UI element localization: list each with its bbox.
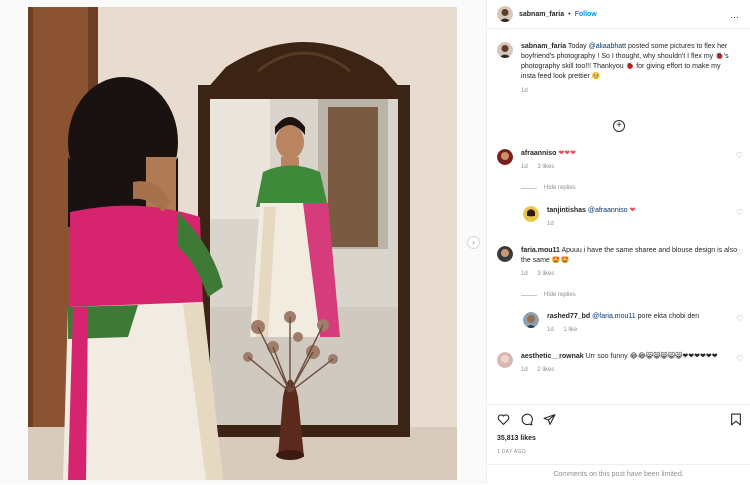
reply-time[interactable]: 1d xyxy=(547,221,554,227)
reply-text: rashed77_bd @faria.mou11 pore ekta chobi… xyxy=(547,312,737,322)
hide-replies-button[interactable]: Hide replies xyxy=(521,292,576,298)
comment-time[interactable]: 1d xyxy=(521,164,528,170)
chevron-right-icon: › xyxy=(472,238,475,247)
reply-text: tanjintishas @afraanniso ❤ xyxy=(547,206,737,216)
comment: afraanniso ❤❤❤ 1d 3 likes ♡ xyxy=(497,149,743,170)
comment-likes[interactable]: 2 likes xyxy=(537,367,554,373)
avatar[interactable] xyxy=(497,42,513,58)
divider-line xyxy=(521,187,537,189)
caption-username[interactable]: sabnam_faria xyxy=(521,43,566,50)
hide-replies-label: Hide replies xyxy=(544,185,576,191)
avatar[interactable] xyxy=(523,312,539,328)
comment-time[interactable]: 1d xyxy=(521,367,528,373)
avatar[interactable] xyxy=(497,149,513,165)
comment-likes[interactable]: 3 likes xyxy=(537,164,554,170)
comment-meta: 1d 3 likes xyxy=(521,164,737,170)
post-actions: 35,813 likes 1 DAY AGO Comments on this … xyxy=(487,404,750,484)
comment-text: afraanniso ❤❤❤ xyxy=(521,149,737,159)
like-heart-icon[interactable]: ♡ xyxy=(736,208,743,217)
comment-text: faria.mou11 Apuuu i have the same sharee… xyxy=(521,246,737,266)
share-icon[interactable] xyxy=(543,413,556,426)
bookmark-icon[interactable] xyxy=(730,413,742,426)
caption-mention[interactable]: @aliaabhatt xyxy=(589,43,626,50)
like-heart-icon[interactable]: ♡ xyxy=(736,354,743,363)
photo-illustration xyxy=(28,7,457,480)
follow-button[interactable]: Follow xyxy=(575,11,597,18)
reply-time[interactable]: 1d xyxy=(547,327,554,333)
instagram-post: › sabnam_faria • Follow … sabnam_faria T… xyxy=(0,0,750,484)
comment-time[interactable]: 1d xyxy=(521,271,528,277)
caption-meta: 1d xyxy=(521,88,737,94)
like-heart-icon[interactable]: ♡ xyxy=(736,248,743,257)
comment-username[interactable]: afraanniso xyxy=(521,150,556,157)
post-time[interactable]: 1 DAY AGO xyxy=(497,449,526,455)
post-photo[interactable] xyxy=(28,7,457,480)
action-buttons xyxy=(497,413,556,426)
avatar[interactable] xyxy=(497,246,513,262)
reply-content: ❤ xyxy=(629,207,636,214)
heart-icon[interactable] xyxy=(497,413,510,426)
avatar[interactable] xyxy=(497,6,513,22)
hide-replies-button[interactable]: Hide replies xyxy=(521,185,576,191)
post-sidebar: sabnam_faria • Follow … sabnam_faria Tod… xyxy=(487,0,750,484)
post-media-area: › xyxy=(0,0,487,484)
comments-limited-notice: Comments on this post have been limited. xyxy=(487,464,750,485)
likes-count[interactable]: 35,813 likes xyxy=(497,435,536,442)
comment-content: Urr soo funny 😂😂😸😸😸😸😸❤❤❤❤❤❤ xyxy=(585,353,718,360)
reply: tanjintishas @afraanniso ❤ 1d ♡ xyxy=(523,206,743,227)
reply-username[interactable]: rashed77_bd xyxy=(547,313,590,320)
reply-mention[interactable]: @afraanniso xyxy=(588,207,628,214)
reply-mention[interactable]: @faria.mou11 xyxy=(592,313,636,320)
comment-icon[interactable] xyxy=(520,413,533,426)
caption-text: sabnam_faria Today @aliaabhatt posted so… xyxy=(521,42,737,82)
post-header: sabnam_faria • Follow … xyxy=(487,0,750,29)
caption-time[interactable]: 1d xyxy=(521,88,528,94)
more-options-icon[interactable]: … xyxy=(730,10,740,20)
comment-meta: 1d 2 likes xyxy=(521,367,737,373)
reply-meta: 1d xyxy=(547,221,737,227)
caption-text-before: Today xyxy=(567,43,587,50)
comment-content: ❤❤❤ xyxy=(558,150,576,157)
comment-username[interactable]: faria.mou11 xyxy=(521,247,560,254)
load-more-comments-button[interactable]: + xyxy=(613,120,625,132)
hide-replies-label: Hide replies xyxy=(544,292,576,298)
comments-scroll-area[interactable]: sabnam_faria Today @aliaabhatt posted so… xyxy=(487,30,750,404)
divider-line xyxy=(521,294,537,296)
reply-username[interactable]: tanjintishas xyxy=(547,207,586,214)
like-heart-icon[interactable]: ♡ xyxy=(736,151,743,160)
header-username[interactable]: sabnam_faria xyxy=(519,11,564,18)
comment-meta: 1d 3 likes xyxy=(521,271,737,277)
comment-likes[interactable]: 3 likes xyxy=(537,271,554,277)
like-heart-icon[interactable]: ♡ xyxy=(736,314,743,323)
reply-meta: 1d 1 like xyxy=(547,327,737,333)
reply-content: pore ekta chobi den xyxy=(637,313,700,320)
reply: rashed77_bd @faria.mou11 pore ekta chobi… xyxy=(523,312,743,333)
reply-likes[interactable]: 1 like xyxy=(563,327,577,333)
comment: faria.mou11 Apuuu i have the same sharee… xyxy=(497,246,743,277)
next-photo-button[interactable]: › xyxy=(467,236,480,249)
avatar[interactable] xyxy=(497,352,513,368)
comment: aesthetic__rownak Urr soo funny 😂😂😸😸😸😸😸❤… xyxy=(497,352,743,373)
comment-text: aesthetic__rownak Urr soo funny 😂😂😸😸😸😸😸❤… xyxy=(521,352,737,362)
caption: sabnam_faria Today @aliaabhatt posted so… xyxy=(497,42,737,94)
plus-circle-icon: + xyxy=(616,120,622,131)
avatar[interactable] xyxy=(523,206,539,222)
header-separator: • xyxy=(568,10,571,18)
comment-username[interactable]: aesthetic__rownak xyxy=(521,353,584,360)
